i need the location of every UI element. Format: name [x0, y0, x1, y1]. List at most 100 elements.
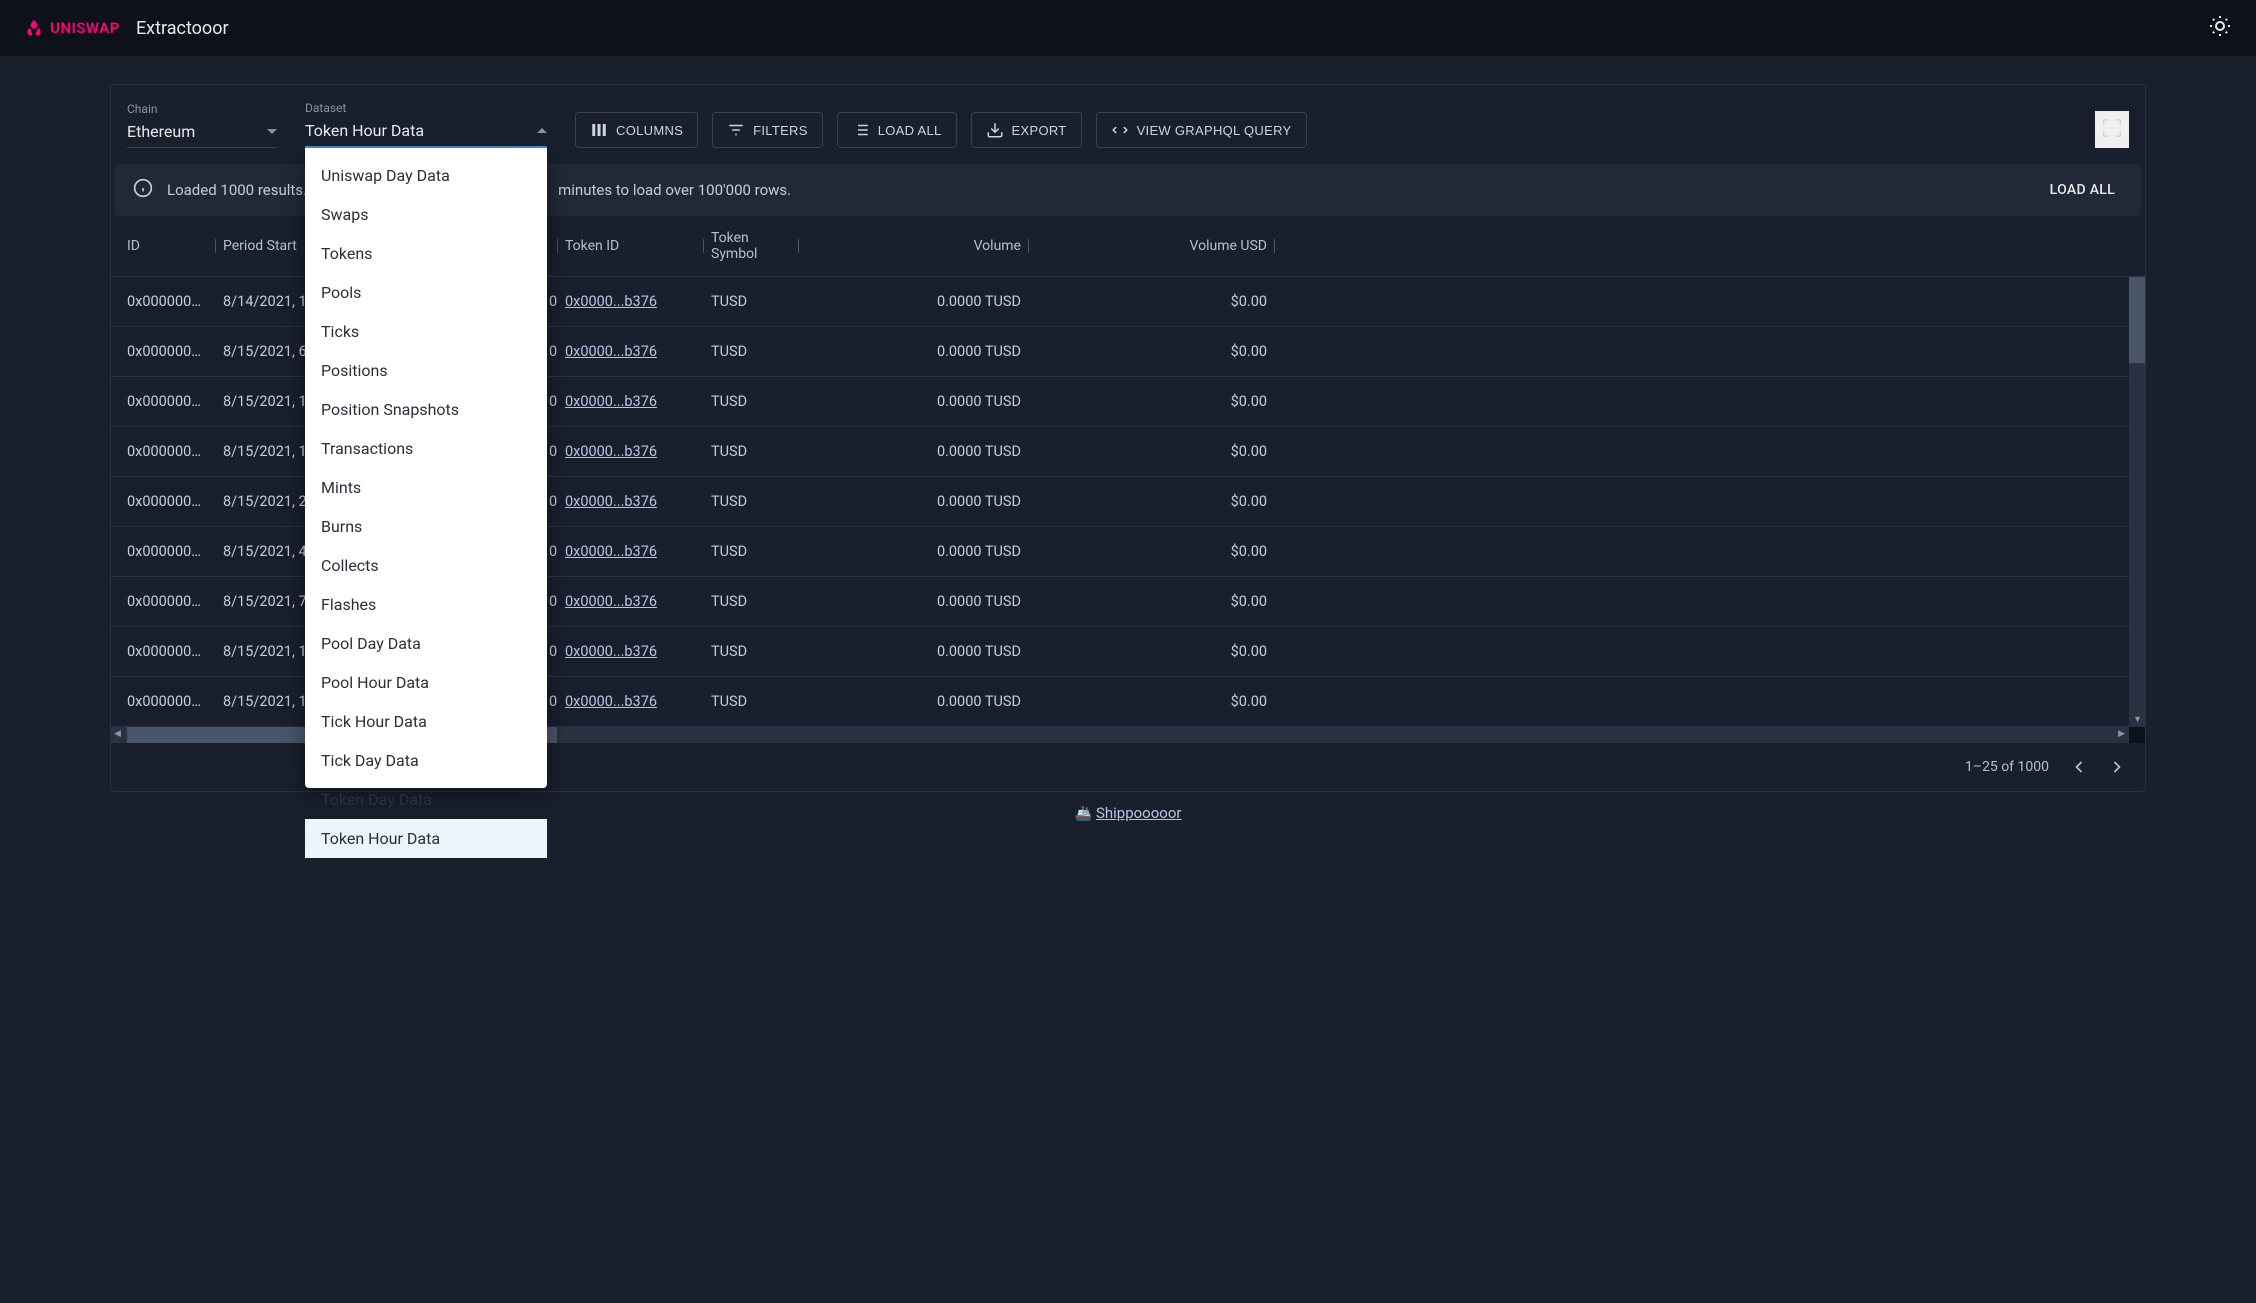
cell-volume-usd: $0.00	[1029, 693, 1275, 710]
cell-token-id[interactable]: 0x0000...b376	[557, 693, 703, 710]
dropdown-option[interactable]: Token Day Data	[305, 780, 547, 819]
columns-button[interactable]: COLUMNS	[575, 112, 698, 148]
theme-toggle[interactable]	[2208, 14, 2232, 42]
cell-symbol: TUSD	[703, 293, 799, 310]
cell-id: 0x000000…	[119, 543, 215, 560]
scrollbar-vertical[interactable]: ▼	[2129, 277, 2145, 727]
dropdown-option[interactable]: Tick Day Data	[305, 741, 547, 780]
dropdown-option[interactable]: Uniswap Day Data	[305, 156, 547, 195]
cell-id: 0x000000…	[119, 643, 215, 660]
dropdown-option[interactable]: Pool Hour Data	[305, 663, 547, 702]
dropdown-option[interactable]: Swaps	[305, 195, 547, 234]
dropdown-option[interactable]: Burns	[305, 507, 547, 546]
cell-symbol: TUSD	[703, 343, 799, 360]
code-icon	[1111, 121, 1129, 139]
cell-id: 0x000000…	[119, 293, 215, 310]
cell-volume-usd: $0.00	[1029, 393, 1275, 410]
logo[interactable]: UNISWAP	[24, 18, 120, 38]
cell-volume: 0.0000 TUSD	[799, 293, 1029, 310]
cell-id: 0x000000…	[119, 693, 215, 710]
cell-volume-usd: $0.00	[1029, 293, 1275, 310]
dropdown-option[interactable]: Transactions	[305, 429, 547, 468]
dropdown-option[interactable]: Ticks	[305, 312, 547, 351]
cell-symbol: TUSD	[703, 643, 799, 660]
cell-token-id[interactable]: 0x0000...b376	[557, 443, 703, 460]
info-icon	[133, 178, 153, 202]
filters-button[interactable]: FILTERS	[712, 112, 823, 148]
dataset-dropdown: Uniswap Day DataSwapsTokensPoolsTicksPos…	[305, 148, 547, 788]
th-id[interactable]: ID	[119, 230, 215, 262]
cell-token-id[interactable]: 0x0000...b376	[557, 343, 703, 360]
cell-volume-usd: $0.00	[1029, 443, 1275, 460]
th-volume[interactable]: Volume	[799, 230, 1029, 262]
th-token-symbol[interactable]: Token Symbol	[703, 230, 799, 262]
chevron-up-icon	[537, 128, 547, 133]
cell-token-id[interactable]: 0x0000...b376	[557, 293, 703, 310]
dropdown-option[interactable]: Token Hour Data	[305, 819, 547, 858]
cell-token-id[interactable]: 0x0000...b376	[557, 543, 703, 560]
dropdown-option[interactable]: Flashes	[305, 585, 547, 624]
cell-token-id[interactable]: 0x0000...b376	[557, 643, 703, 660]
dataset-value: Token Hour Data	[305, 121, 424, 140]
pager-range: 1–25 of 1000	[1965, 759, 2049, 775]
dropdown-option[interactable]: Position Snapshots	[305, 390, 547, 429]
list-icon	[852, 121, 870, 139]
sun-icon	[2208, 14, 2232, 38]
cell-id: 0x000000…	[119, 343, 215, 360]
cell-volume: 0.0000 TUSD	[799, 593, 1029, 610]
cell-volume-usd: $0.00	[1029, 343, 1275, 360]
cell-volume: 0.0000 TUSD	[799, 643, 1029, 660]
cell-token-id[interactable]: 0x0000...b376	[557, 493, 703, 510]
th-volume-usd[interactable]: Volume USD	[1029, 230, 1275, 262]
dropdown-option[interactable]: Tokens	[305, 234, 547, 273]
view-query-button[interactable]: VIEW GRAPHQL QUERY	[1096, 112, 1307, 148]
columns-icon	[590, 121, 608, 139]
cell-volume: 0.0000 TUSD	[799, 343, 1029, 360]
cell-volume: 0.0000 TUSD	[799, 543, 1029, 560]
cell-volume: 0.0000 TUSD	[799, 393, 1029, 410]
dropdown-option[interactable]: Positions	[305, 351, 547, 390]
scroll-left-icon[interactable]: ◀	[114, 729, 121, 739]
cell-symbol: TUSD	[703, 493, 799, 510]
chain-select[interactable]: Chain Ethereum	[127, 102, 277, 148]
load-all-button[interactable]: LOAD ALL	[837, 112, 957, 148]
brand-text: UNISWAP	[50, 19, 120, 37]
chain-label: Chain	[127, 102, 277, 116]
cell-volume-usd: $0.00	[1029, 493, 1275, 510]
cell-volume: 0.0000 TUSD	[799, 693, 1029, 710]
cell-id: 0x000000…	[119, 493, 215, 510]
dataset-select[interactable]: Dataset Token Hour Data Uniswap Day Data…	[305, 101, 547, 148]
uniswap-icon	[24, 18, 44, 38]
prev-page-button[interactable]	[2069, 757, 2089, 777]
cell-volume: 0.0000 TUSD	[799, 443, 1029, 460]
cell-symbol: TUSD	[703, 443, 799, 460]
scroll-right-icon[interactable]: ▶	[2118, 729, 2125, 739]
cell-volume-usd: $0.00	[1029, 543, 1275, 560]
banner-load-all[interactable]: LOAD ALL	[2042, 178, 2123, 202]
cell-symbol: TUSD	[703, 693, 799, 710]
cell-symbol: TUSD	[703, 393, 799, 410]
footer-link[interactable]: Shippooooor	[1096, 804, 1182, 822]
fullscreen-button[interactable]	[2095, 111, 2129, 148]
ship-icon: 🚢	[1075, 806, 1092, 822]
scrollbar-thumb[interactable]	[2129, 277, 2145, 363]
cell-id: 0x000000…	[119, 443, 215, 460]
cell-token-id[interactable]: 0x0000...b376	[557, 393, 703, 410]
dropdown-option[interactable]: Tick Hour Data	[305, 702, 547, 741]
chevron-down-icon	[267, 129, 277, 134]
cell-token-id[interactable]: 0x0000...b376	[557, 593, 703, 610]
export-button[interactable]: EXPORT	[971, 112, 1082, 148]
dropdown-option[interactable]: Collects	[305, 546, 547, 585]
dropdown-option[interactable]: Mints	[305, 468, 547, 507]
dropdown-option[interactable]: Pool Day Data	[305, 624, 547, 663]
th-token-id[interactable]: Token ID	[557, 230, 703, 262]
next-page-button[interactable]	[2107, 757, 2127, 777]
scroll-down-icon[interactable]: ▼	[2133, 714, 2142, 725]
chain-value: Ethereum	[127, 122, 195, 141]
cell-symbol: TUSD	[703, 543, 799, 560]
dropdown-option[interactable]: Pools	[305, 273, 547, 312]
cell-volume-usd: $0.00	[1029, 593, 1275, 610]
app-title: Extractooor	[136, 18, 229, 39]
main-card: Chain Ethereum Dataset Token Hour Data U…	[110, 84, 2146, 792]
cell-volume: 0.0000 TUSD	[799, 493, 1029, 510]
